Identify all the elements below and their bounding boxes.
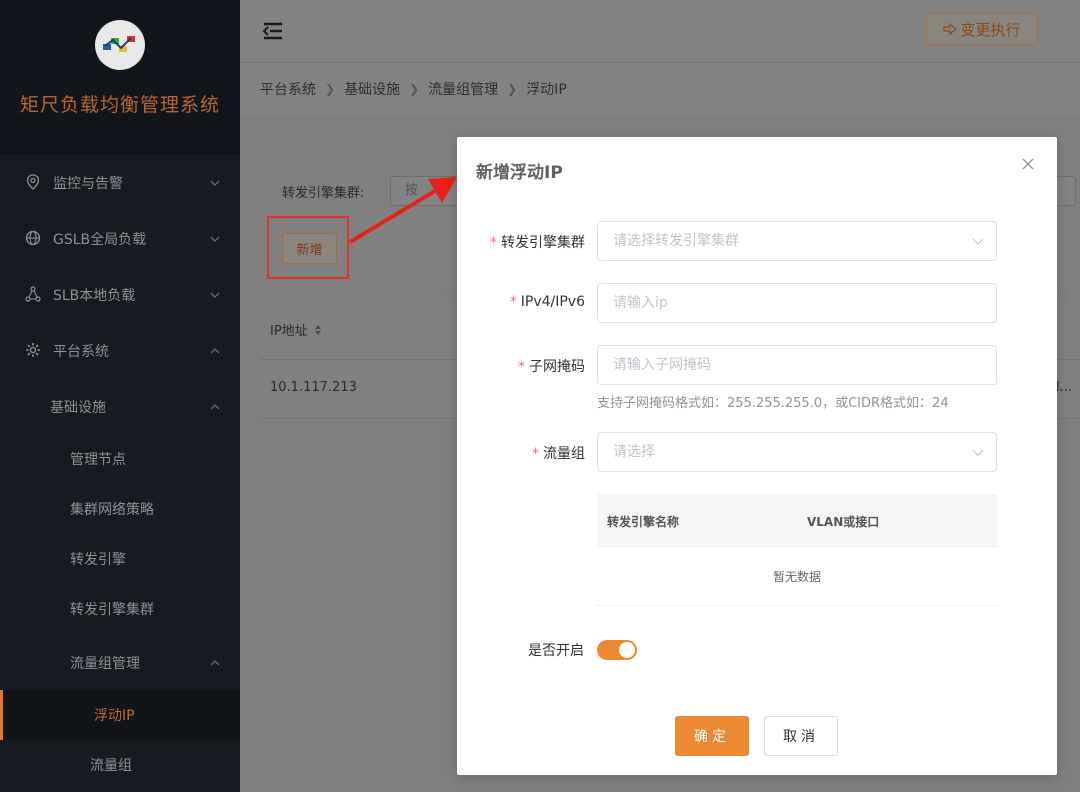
chevron-down-icon [210,236,220,242]
logo-area: 矩尺负载均衡管理系统 [0,0,240,154]
select-placeholder: 请选择转发引擎集群 [613,233,739,249]
submenu-label: 基础设施 [50,400,106,416]
table-cell-truncated: l... [1056,380,1073,395]
menu-monitoring[interactable]: 监控与告警 [0,155,240,211]
export-arrow-icon [943,23,958,35]
app-title: 矩尺负载均衡管理系统 [19,94,220,116]
subnet-mask-input[interactable]: 请输入子网掩码 [597,345,997,385]
add-floating-ip-dialog: 新增浮动IP * 转发引擎集群 请选择转发引擎集群 * IPv4/IPv6 请输入i… [457,137,1057,775]
menu-label: 监控与告警 [53,176,123,192]
sidebar-item-forwarding-engine[interactable]: 转发引擎 [0,534,240,584]
cluster-select[interactable]: 请选择转发引擎集群 [597,221,997,261]
menu-gslb[interactable]: GSLB全局负载 [0,211,240,267]
sidebar-item-label: 转发引擎集群 [70,602,154,618]
ip-field-label: * IPv4/IPv6 [510,294,585,310]
sidebar: 矩尺负载均衡管理系统 监控与告警 GSLB全局负载 SLB本地负载 平台系统 基… [0,0,240,792]
annotation-arrow-icon [348,177,457,244]
column-engine-name: 转发引擎名称 [607,515,680,529]
sidebar-item-floating-ip[interactable]: 浮动IP [0,690,240,740]
required-mark: * [518,359,525,375]
menu-platform[interactable]: 平台系统 [0,323,240,379]
dialog-title: 新增浮动IP [476,163,563,183]
ip-input[interactable]: 请输入ip [597,283,997,323]
menu-label: SLB本地负载 [53,288,136,304]
menu-label: 平台系统 [53,344,109,360]
globe-icon [24,230,42,248]
required-mark: * [509,294,517,310]
sidebar-item-label: 管理节点 [70,452,126,468]
required-mark: * [490,235,497,251]
sidebar-item-label: 浮动IP [94,708,135,724]
menu-label: GSLB全局负载 [53,232,147,248]
cluster-field-label: * 转发引擎集群 [490,232,585,252]
chevron-up-icon [210,660,220,666]
chevron-down-icon [210,292,220,298]
sidebar-item-cluster-network-policy[interactable]: 集群网络策略 [0,484,240,534]
cancel-button[interactable]: 取消 [764,716,838,756]
chevron-right-icon: ❯ [325,82,336,96]
column-label: IP地址 [270,324,308,339]
enable-switch-label: 是否开启 [528,643,584,659]
top-header: 变更执行 [240,0,1080,62]
input-placeholder: 请输入子网掩码 [613,357,711,373]
sidebar-item-forwarding-engine-cluster[interactable]: 转发引擎集群 [0,584,240,634]
column-vlan-interface: VLAN或接口 [807,515,880,529]
label-text: 子网掩码 [529,359,585,375]
label-text: 转发引擎集群 [501,235,585,251]
breadcrumb-item[interactable]: 基础设施 [344,79,400,99]
breadcrumb-item[interactable]: 流量组管理 [428,79,498,99]
mask-field-label: * 子网掩码 [518,356,585,376]
sidebar-item-traffic-group[interactable]: 流量组 [0,740,240,790]
chevron-up-icon [210,404,220,410]
enable-toggle[interactable] [597,640,637,660]
traffic-group-field-label: * 流量组 [532,443,585,463]
subnet-mask-hint: 支持子网掩码格式如：255.255.255.0，或CIDR格式如：24 [597,396,949,411]
location-pin-icon [24,174,42,192]
required-mark: * [532,446,539,462]
chevron-right-icon: ❯ [409,82,420,96]
network-nodes-icon [24,286,42,304]
close-icon[interactable] [1020,156,1036,172]
select-placeholder: 请选择 [613,444,655,460]
chevron-up-icon [210,348,220,354]
highlight-box: 新增 [267,216,349,279]
divider [597,605,997,606]
sidebar-item-label: 转发引擎 [70,552,126,568]
label-text: 流量组 [543,446,585,462]
engine-table-header: 转发引擎名称 VLAN或接口 [597,494,997,547]
breadcrumb-item[interactable]: 平台系统 [260,79,316,99]
sort-icon[interactable] [314,324,322,336]
add-button[interactable]: 新增 [282,233,337,264]
confirm-button[interactable]: 确定 [675,716,749,756]
gear-icon [24,342,42,360]
empty-state-text: 暂无数据 [772,570,821,584]
toggle-knob [619,642,635,658]
menu-slb[interactable]: SLB本地负载 [0,267,240,323]
sidebar-item-label: 流量组 [90,758,132,774]
table-header-ip[interactable]: IP地址 [270,320,322,339]
change-execute-label: 变更执行 [960,20,1021,39]
label-text: IPv4/IPv6 [520,294,585,310]
submenu-traffic-group-mgmt[interactable]: 流量组管理 [0,635,240,691]
sidebar-item-label: 集群网络策略 [70,502,154,518]
chevron-down-icon [210,180,220,186]
change-execute-button[interactable]: 变更执行 [926,13,1038,45]
chevron-right-icon: ❯ [507,82,518,96]
sidebar-item-mgmt-nodes[interactable]: 管理节点 [0,434,240,484]
chevron-down-icon [972,449,984,456]
traffic-group-select[interactable]: 请选择 [597,432,997,472]
breadcrumb-bar: 平台系统 ❯ 基础设施 ❯ 流量组管理 ❯ 浮动IP [240,62,1080,114]
submenu-label: 流量组管理 [70,656,140,672]
breadcrumb-item-current: 浮动IP [526,82,567,98]
menu-collapse-icon[interactable] [262,22,284,44]
chevron-down-icon [972,238,984,245]
app-logo [95,20,145,70]
submenu-infrastructure[interactable]: 基础设施 [0,379,240,435]
table-cell-ip: 10.1.117.213 [270,380,357,395]
breadcrumb: 平台系统 ❯ 基础设施 ❯ 流量组管理 ❯ 浮动IP [260,79,567,99]
engine-table: 转发引擎名称 VLAN或接口 暂无数据 [597,494,997,606]
input-placeholder: 请输入ip [613,295,668,311]
